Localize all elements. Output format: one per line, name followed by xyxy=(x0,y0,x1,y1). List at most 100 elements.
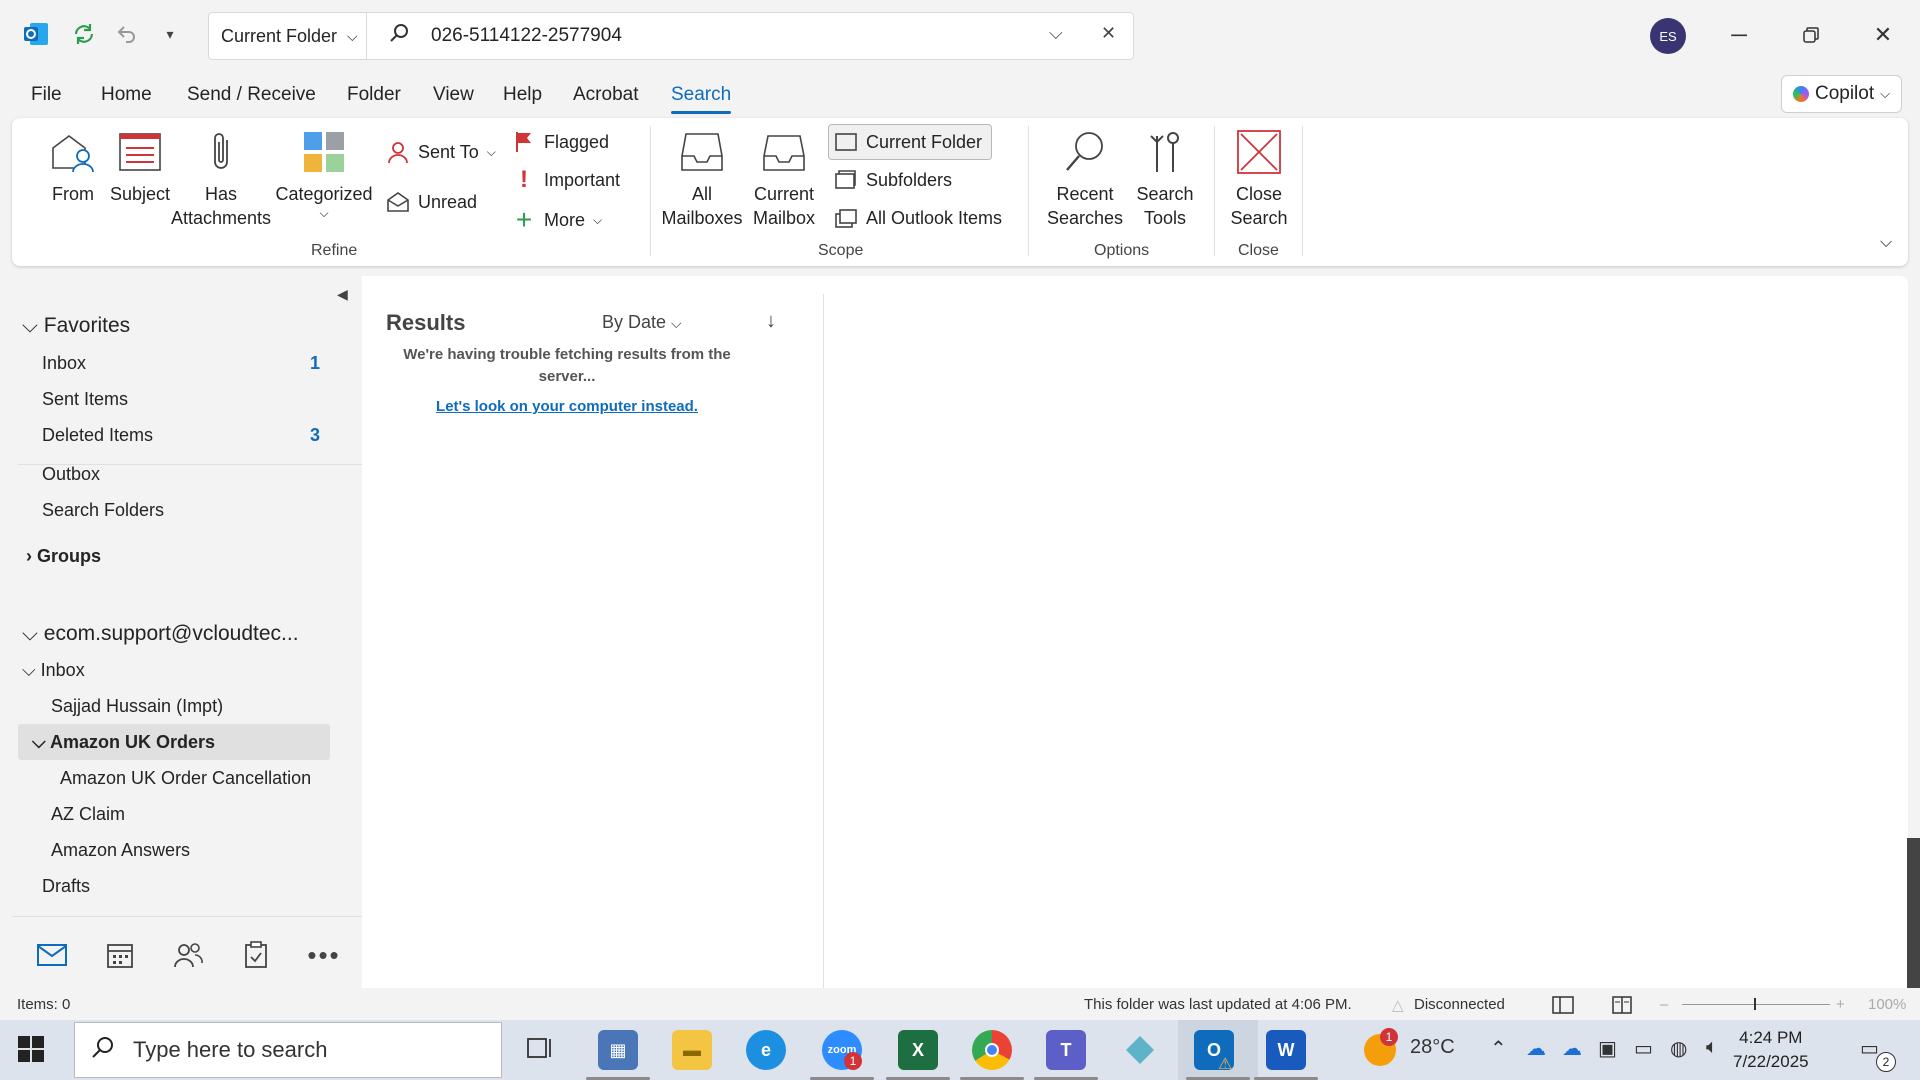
folder-drafts[interactable]: Drafts xyxy=(42,876,90,897)
sync-icon[interactable] xyxy=(68,18,100,50)
calendar-icon[interactable] xyxy=(102,937,138,973)
collapse-pane-icon[interactable]: ◀ xyxy=(337,286,348,303)
zoom-slider[interactable] xyxy=(1682,1004,1830,1005)
tab-view[interactable]: View xyxy=(433,84,474,106)
customize-toolbar-icon[interactable]: ▾ xyxy=(154,18,186,50)
security-icon[interactable]: ▣ xyxy=(1598,1036,1617,1061)
title-bar: ▾ Current Folder ⌵ ⌵ ✕ ES ─ ✕ xyxy=(0,0,1920,72)
favorites-header[interactable]: ⌵ Favorites xyxy=(22,314,130,338)
people-icon[interactable] xyxy=(170,937,206,973)
folder-sent-items[interactable]: Sent Items xyxy=(42,389,128,410)
folder-amazon-uk-orders[interactable]: ⌵ Amazon UK Orders xyxy=(32,732,215,753)
task-view-icon[interactable] xyxy=(526,1036,554,1067)
subfolders-button[interactable]: Subfolders xyxy=(834,168,952,192)
zoom-out-icon[interactable]: – xyxy=(1660,996,1668,1013)
chevron-up-icon[interactable]: ⌃ xyxy=(1490,1036,1507,1061)
close-search-button[interactable]: Close Search xyxy=(1224,128,1294,230)
important-button[interactable]: ! Important xyxy=(512,166,620,193)
battery-icon[interactable]: ▭ xyxy=(1634,1036,1653,1061)
teams-icon[interactable]: T xyxy=(1046,1030,1086,1070)
all-mailboxes-button[interactable]: All Mailboxes xyxy=(660,128,744,230)
restore-icon[interactable] xyxy=(1788,14,1834,56)
recent-searches-button[interactable]: Recent Searches xyxy=(1040,128,1130,230)
tab-folder[interactable]: Folder xyxy=(347,84,401,106)
paperclip-icon xyxy=(197,128,245,176)
avatar[interactable]: ES xyxy=(1650,18,1686,54)
folder-deleted-items[interactable]: Deleted Items xyxy=(42,425,153,446)
has-attachments-button[interactable]: Has Attachments xyxy=(166,128,276,230)
onedrive-icon[interactable]: ☁ xyxy=(1526,1036,1546,1061)
word-icon[interactable]: W xyxy=(1266,1030,1306,1070)
search-dropdown-icon[interactable]: ⌵ xyxy=(1049,23,1063,44)
sent-to-button[interactable]: Sent To ⌵ xyxy=(386,140,496,164)
search-scope-dropdown[interactable]: Current Folder ⌵ xyxy=(208,12,366,60)
search-tools-button[interactable]: Search Tools xyxy=(1130,128,1200,230)
tab-search[interactable]: Search xyxy=(671,84,732,114)
file-explorer-icon[interactable]: ▬ xyxy=(672,1030,712,1070)
zoom-level[interactable]: 100% xyxy=(1868,996,1906,1013)
weather-temp[interactable]: 28°C xyxy=(1410,1036,1455,1059)
ribbon-collapse-icon[interactable]: ⌵ xyxy=(1880,234,1892,252)
chevron-down-icon: ⌵ xyxy=(22,314,44,337)
search-box[interactable]: ⌵ ✕ xyxy=(366,12,1134,60)
undo-icon[interactable] xyxy=(110,18,142,50)
all-outlook-items-button[interactable]: All Outlook Items xyxy=(834,206,1002,230)
taskbar-search-box[interactable]: Type here to search xyxy=(74,1022,502,1078)
from-button[interactable]: From xyxy=(38,128,108,206)
folder-icon xyxy=(834,130,858,154)
copilot-button[interactable]: Copilot ⌵ xyxy=(1781,75,1902,113)
search-input[interactable] xyxy=(431,25,1031,47)
edge-icon[interactable]: e xyxy=(746,1030,786,1070)
reading-view-icon[interactable] xyxy=(1612,996,1632,1018)
sort-direction-icon[interactable]: ↓ xyxy=(766,310,776,333)
subject-icon xyxy=(116,128,164,176)
folder-search-folders[interactable]: Search Folders xyxy=(42,500,164,521)
subfolders-icon xyxy=(834,168,858,192)
minimize-icon[interactable]: ─ xyxy=(1716,14,1762,56)
categories-icon xyxy=(300,128,348,176)
clear-search-icon[interactable]: ✕ xyxy=(1101,23,1116,44)
zoom-slider-thumb[interactable] xyxy=(1754,998,1756,1010)
tab-home[interactable]: Home xyxy=(101,84,152,106)
sort-by-dropdown[interactable]: By Date ⌵ xyxy=(602,312,682,333)
scrollbar-thumb[interactable] xyxy=(1907,838,1920,988)
folder-amazon-answers[interactable]: Amazon Answers xyxy=(51,840,190,861)
tab-send-receive[interactable]: Send / Receive xyxy=(187,84,316,106)
categorized-button[interactable]: Categorized ⌵ xyxy=(274,128,374,220)
account-header[interactable]: ⌵ ecom.support@vcloudtec... xyxy=(22,622,299,646)
windows-start-icon[interactable] xyxy=(18,1036,44,1067)
volume-icon[interactable]: 🔈︎ xyxy=(1706,1036,1718,1059)
search-local-link[interactable]: Let's look on your computer instead. xyxy=(392,398,742,415)
more-apps-icon[interactable]: ••• xyxy=(306,937,342,973)
mail-icon[interactable] xyxy=(34,937,70,973)
folder-az-claim[interactable]: AZ Claim xyxy=(51,804,125,825)
unread-button[interactable]: Unread xyxy=(386,190,477,214)
folder-sajjad[interactable]: Sajjad Hussain (Impt) xyxy=(51,696,223,717)
flagged-button[interactable]: Flagged xyxy=(512,130,609,154)
chrome-icon[interactable] xyxy=(972,1030,1012,1070)
current-mailbox-button[interactable]: Current Mailbox xyxy=(744,128,824,230)
folder-outbox[interactable]: Outbox xyxy=(42,464,100,485)
network-globe-icon[interactable]: ◍ xyxy=(1670,1036,1687,1061)
zoom-in-icon[interactable]: + xyxy=(1836,996,1845,1013)
normal-view-icon[interactable] xyxy=(1552,996,1574,1018)
more-button[interactable]: + More ⌵ xyxy=(512,204,602,235)
folder-amazon-uk-cancellation[interactable]: Amazon UK Order Cancellation xyxy=(60,768,311,789)
copilot-logo-icon xyxy=(1792,86,1809,102)
groups-header[interactable]: › Groups xyxy=(26,546,101,567)
current-folder-scope[interactable]: Current Folder xyxy=(834,130,982,154)
clock[interactable]: 4:24 PM 7/22/2025 xyxy=(1733,1026,1809,1074)
app-diamond-icon[interactable] xyxy=(1120,1030,1160,1070)
close-window-icon[interactable]: ✕ xyxy=(1860,14,1906,56)
categorized-label: Categorized xyxy=(275,184,373,204)
folder-inbox[interactable]: ⌵ Inbox xyxy=(22,660,85,681)
tasks-icon[interactable] xyxy=(238,937,274,973)
tab-acrobat[interactable]: Acrobat xyxy=(573,84,638,106)
folder-inbox-favorite[interactable]: Inbox xyxy=(42,353,86,374)
onedrive-icon[interactable]: ☁ xyxy=(1562,1036,1582,1061)
tab-file[interactable]: File xyxy=(31,84,62,106)
connection-status[interactable]: Disconnected xyxy=(1414,996,1505,1013)
excel-icon[interactable]: X xyxy=(898,1030,938,1070)
calculator-icon[interactable]: ▦ xyxy=(598,1030,638,1070)
tab-help[interactable]: Help xyxy=(503,84,542,106)
